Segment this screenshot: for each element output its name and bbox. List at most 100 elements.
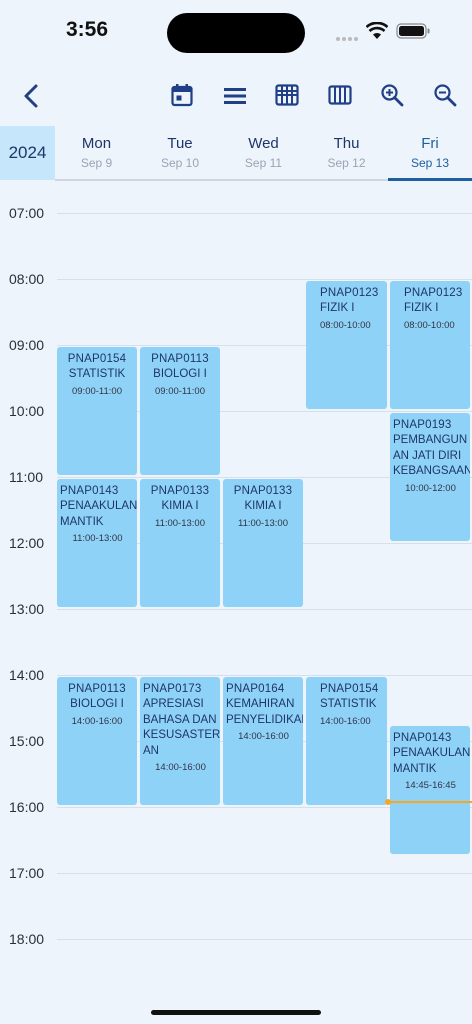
hour-label: 13:00 [9,601,45,617]
back-chevron-icon[interactable] [20,83,42,114]
hour-label: 14:00 [9,667,45,683]
event-code: PNAP0113 [68,683,126,695]
hour-label: 10:00 [9,403,45,419]
event-code: PNAP0123 [404,287,463,299]
event-time: 10:00-12:00 [405,482,456,494]
battery-icon [396,22,432,45]
day-name: Tue [167,135,193,152]
day-date: Sep 11 [244,156,283,170]
week-columns-icon[interactable] [328,85,352,110]
event-time: 14:00-16:00 [238,731,289,742]
event-card[interactable]: PNAP0143 PENAAKULAN MANTIK 11:00-13:00 [57,479,137,607]
current-time-line [388,801,472,803]
hour-line [57,279,472,280]
event-time: 14:45-16:45 [405,780,456,791]
event-card[interactable]: PNAP0173 APRESIASI BAHASA DAN KESUSASTER… [140,677,220,805]
event-card[interactable]: PNAP0164 KEMAHIRAN PENYELIDIKAN 14:00-16… [223,677,303,805]
event-card[interactable]: PNAP0193 PEMBANGUN AN JATI DIRI KEBANGSA… [390,413,470,541]
day-date: Sep 13 [410,156,450,170]
event-card[interactable]: PNAP0154 STATISTIK 09:00-11:00 [57,347,137,475]
event-name: STATISTIK [320,698,377,710]
event-code: PNAP0143 [60,485,119,497]
day-header-fri-selected[interactable]: Fri Sep 13 [388,126,472,180]
event-time: 11:00-13:00 [237,517,288,529]
event-code: PNAP0154 [67,353,127,365]
hour-label: 11:00 [9,469,43,485]
year-label: 2024 [0,126,55,180]
wifi-icon [365,21,389,45]
zoom-in-icon[interactable] [380,83,404,112]
event-card[interactable]: PNAP0113 BIOLOGI I 09:00-11:00 [140,347,220,475]
hour-label: 08:00 [9,271,45,287]
event-card[interactable]: PNAP0123 FIZIK I 08:00-10:00 [306,281,387,409]
event-time: 11:00-13:00 [72,533,123,544]
event-time: 08:00-10:00 [320,319,371,331]
day-header-wed[interactable]: Wed Sep 11 [222,126,305,180]
hour-label: 07:00 [9,205,45,221]
event-name: KEMAHIRAN PENYELIDIKAN [226,698,303,726]
event-name: BIOLOGI I [70,698,124,710]
day-date: Sep 12 [327,156,366,170]
day-date: Sep 10 [160,156,200,170]
event-code: PNAP0193 [393,419,452,431]
day-name: Wed [248,135,279,152]
event-code: PNAP0143 [393,732,452,744]
event-code: PNAP0133 [150,485,210,497]
event-card[interactable]: PNAP0133 KIMIA I 11:00-13:00 [140,479,220,607]
event-code: PNAP0154 [320,683,379,695]
day-name: Thu [333,135,360,152]
event-card[interactable]: PNAP0133 KIMIA I 11:00-13:00 [223,479,303,607]
home-indicator[interactable] [151,1010,321,1015]
day-name: Mon [81,135,112,152]
event-code: PNAP0164 [226,683,285,695]
event-code: PNAP0113 [151,353,209,365]
event-card[interactable]: PNAP0154 STATISTIK 14:00-16:00 [306,677,387,805]
hour-line [57,609,472,610]
event-name: PEMBANGUN AN JATI DIRI KEBANGSAAN [393,434,470,477]
event-name: PENAAKULAN MANTIK [393,747,470,775]
grid-view-icon[interactable] [275,84,299,111]
event-card[interactable]: PNAP0113 BIOLOGI I 14:00-16:00 [57,677,137,805]
event-card[interactable]: PNAP0123 FIZIK I 08:00-10:00 [390,281,470,409]
day-name: Fri [421,135,439,152]
hour-label: 15:00 [9,733,45,749]
event-time: 14:00-16:00 [71,715,123,727]
hour-label: 09:00 [9,337,45,353]
event-name: PENAAKULAN MANTIK [60,500,137,528]
event-time: 08:00-10:00 [404,319,455,331]
event-time: 14:00-16:00 [155,762,206,773]
current-time-dot [385,799,391,805]
event-code: PNAP0173 [143,683,202,695]
event-time: 11:00-13:00 [154,517,205,529]
event-name: KIMIA I [161,500,199,512]
day-header-mon[interactable]: Mon Sep 9 [55,126,138,180]
event-name: FIZIK I [404,302,439,314]
list-view-icon[interactable] [223,87,247,110]
event-time: 14:00-16:00 [320,715,371,727]
hour-line [57,939,472,940]
hour-line [57,873,472,874]
hour-label: 17:00 [9,865,45,881]
event-card[interactable]: PNAP0143 PENAAKULAN MANTIK 14:45-16:45 [390,726,470,854]
event-code: PNAP0133 [233,485,293,497]
selected-day-indicator [388,178,472,181]
event-name: BIOLOGI I [153,368,207,380]
hour-label: 18:00 [9,931,45,947]
event-time: 09:00-11:00 [154,385,205,397]
event-name: STATISTIK [68,368,126,380]
hour-line [57,213,472,214]
event-code: PNAP0123 [320,287,379,299]
calendar-today-icon[interactable] [171,83,193,112]
event-name: FIZIK I [320,302,355,314]
day-date: Sep 9 [80,156,113,170]
day-header-thu[interactable]: Thu Sep 12 [305,126,388,180]
cellular-signal-icon [335,31,359,49]
dynamic-island [167,13,305,53]
event-time: 09:00-11:00 [71,385,122,397]
event-name: APRESIASI BAHASA DAN KESUSASTERA AN [143,698,220,757]
status-time: 3:56 [66,18,109,41]
day-header-tue[interactable]: Tue Sep 10 [138,126,222,180]
hour-line [57,675,472,676]
event-name: KIMIA I [244,500,282,512]
zoom-out-icon[interactable] [433,83,457,112]
